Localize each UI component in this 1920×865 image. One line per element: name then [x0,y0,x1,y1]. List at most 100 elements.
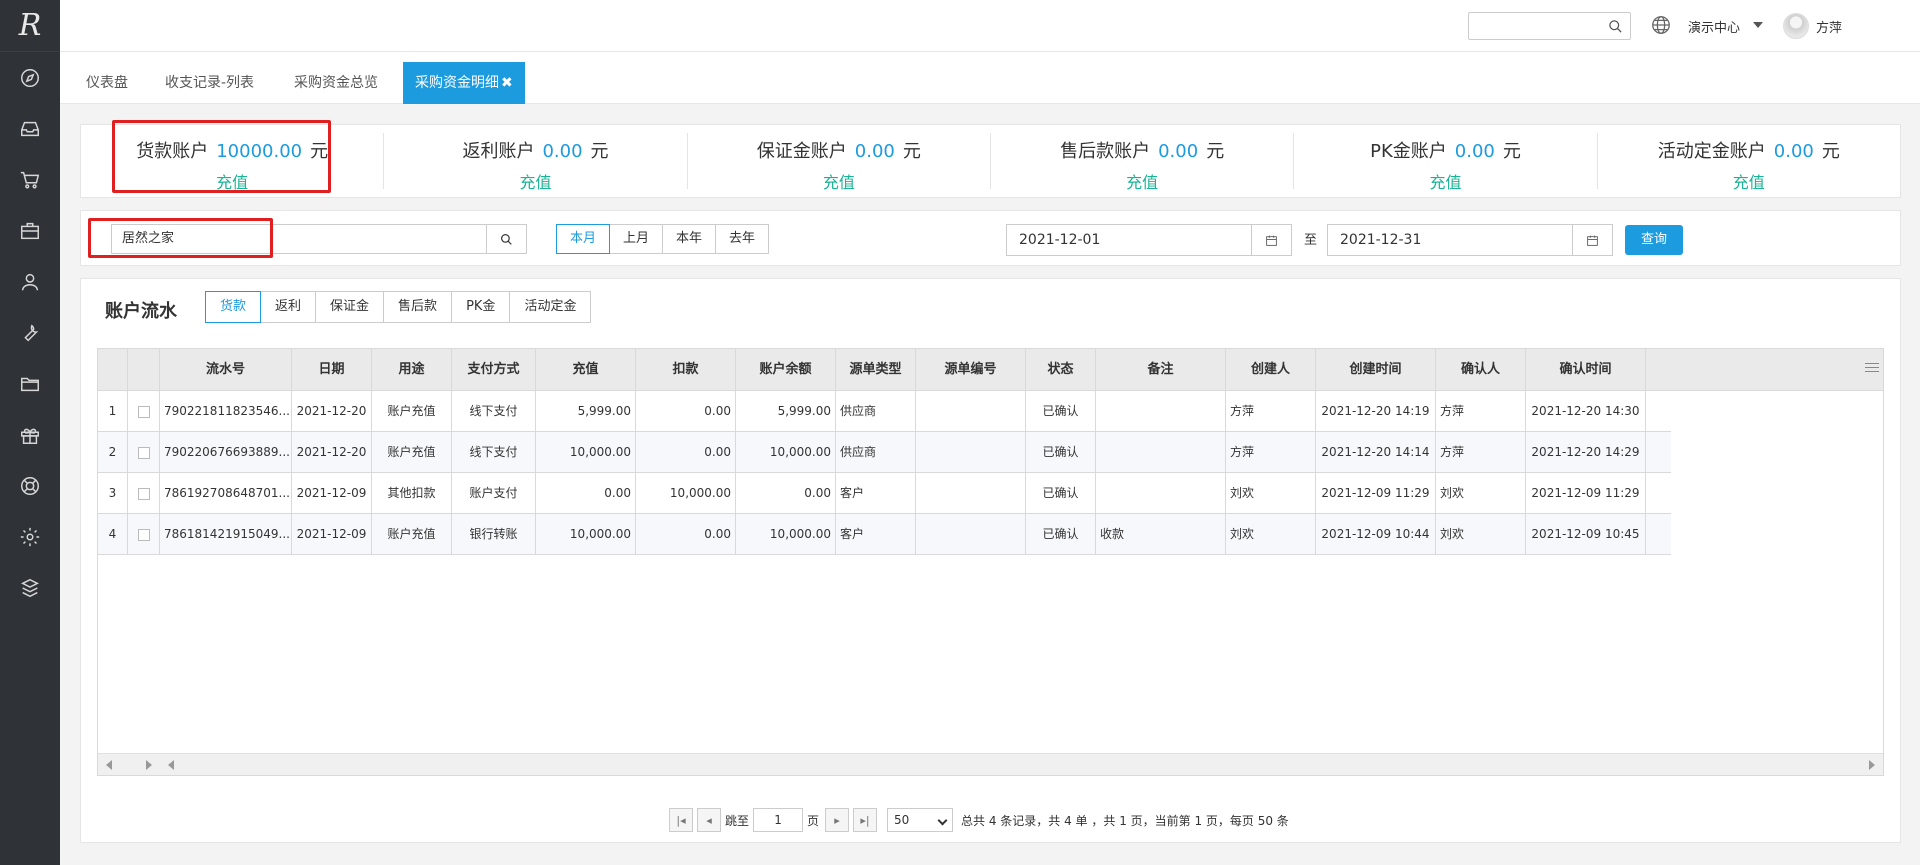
ledger-tab-goods[interactable]: 货款 [205,291,262,323]
folder-icon[interactable] [0,358,60,409]
table-row[interactable]: 4 786181421915049... 2021-12-09 账户充值 银行转账 10,… [98,514,1671,555]
cell-creator: 刘欢 [1226,514,1316,554]
col-confirmed-at[interactable]: 确认时间 [1526,349,1646,390]
row-select-checkbox[interactable] [137,528,150,541]
table-row[interactable]: 3 786192708648701... 2021-12-09 其他扣款 账户支付 0.0… [98,473,1671,514]
demo-center-menu[interactable]: 演示中心 [1688,17,1740,36]
cell-recharge: 0.00 [536,473,636,513]
period-last-month[interactable]: 上月 [609,224,664,254]
period-last-year[interactable]: 去年 [715,224,770,254]
scroll-right-icon[interactable] [1869,760,1875,770]
period-this-month[interactable]: 本月 [556,224,611,254]
ledger-tab-rebate[interactable]: 返利 [260,291,317,323]
query-button[interactable]: 查询 [1625,225,1683,255]
cell-created-at: 2021-12-20 14:14 [1316,432,1436,472]
start-date-field[interactable]: 2021-12-01 [1006,224,1292,256]
col-confirmer[interactable]: 确认人 [1436,349,1526,390]
tab-fund-overview[interactable]: 采购资金总览 [282,62,390,104]
tab-dashboard[interactable]: 仪表盘 [74,62,140,104]
col-source-type[interactable]: 源单类型 [836,349,916,390]
avatar[interactable] [1783,13,1809,39]
ledger-tab-activity-deposit[interactable]: 活动定金 [509,291,592,323]
cubes-icon[interactable] [0,562,60,613]
end-date-field[interactable]: 2021-12-31 [1327,224,1613,256]
cell-status: 已确认 [1026,391,1096,431]
next-page-button[interactable]: ▸ [825,808,850,832]
search-icon[interactable] [1608,19,1623,34]
briefcase-icon[interactable] [0,205,60,256]
page-number-input[interactable]: 1 [753,808,804,832]
col-index [98,349,128,390]
first-page-button[interactable]: |◂ [669,808,693,832]
account-deposit: 保证金账户 0.00 元 充值 [688,133,991,192]
scroll-left-icon[interactable] [106,760,112,770]
col-created-at[interactable]: 创建时间 [1316,349,1436,390]
row-select-checkbox[interactable] [137,446,150,459]
prev-page-button[interactable]: ◂ [697,808,721,832]
page-size-select[interactable]: 50 [887,808,954,832]
ledger-tab-pk[interactable]: PK金 [451,291,511,323]
row-select-checkbox[interactable] [137,487,150,500]
row-select-checkbox[interactable] [137,405,150,418]
column-menu-icon[interactable] [1865,363,1879,375]
inbox-icon[interactable] [0,103,60,154]
app-logo[interactable]: R [0,0,60,52]
row-index: 4 [98,514,128,554]
table-row[interactable]: 2 790220676693889... 2021-12-20 账户充值 线下支付 10,… [98,432,1671,473]
table-row[interactable]: 1 790221811823546... 2021-12-20 账户充值 线下支付 5,9… [98,391,1671,432]
row-checkbox[interactable] [128,514,160,554]
recharge-link[interactable]: 充值 [991,169,1293,193]
col-balance[interactable]: 账户余额 [736,349,836,390]
col-remark[interactable]: 备注 [1096,349,1226,390]
close-icon[interactable]: ✖ [501,75,513,91]
col-source-no[interactable]: 源单编号 [916,349,1026,390]
cell-created-at: 2021-12-09 11:29 [1316,473,1436,513]
support-icon[interactable] [0,460,60,511]
row-checkbox[interactable] [128,432,160,472]
row-checkbox[interactable] [128,473,160,513]
cell-remark: 收款 [1096,514,1226,554]
col-payment[interactable]: 支付方式 [452,349,536,390]
period-this-year[interactable]: 本年 [662,224,717,254]
compass-icon[interactable] [0,52,60,103]
scroll-left-icon[interactable] [168,760,174,770]
ledger-panel: 账户流水 货款 返利 保证金 售后款 PK金 活动定金 流水号 日期 用途 支付… [80,278,1901,843]
scroll-right-icon[interactable] [146,760,152,770]
col-creator[interactable]: 创建人 [1226,349,1316,390]
ledger-tab-deposit[interactable]: 保证金 [315,291,385,323]
ledger-tab-aftersale[interactable]: 售后款 [383,291,453,323]
cart-icon[interactable] [0,154,60,205]
tab-fund-detail[interactable]: 采购资金明细 ✖ [403,62,525,104]
calendar-icon[interactable] [1572,225,1612,255]
recharge-link[interactable]: 充值 [384,169,686,193]
col-status[interactable]: 状态 [1026,349,1096,390]
col-serial[interactable]: 流水号 [160,349,292,390]
recharge-link[interactable]: 充值 [1294,169,1596,193]
recharge-link[interactable]: 充值 [1598,169,1900,193]
cell-source-type: 客户 [836,514,916,554]
wrench-icon[interactable] [0,307,60,358]
col-purpose[interactable]: 用途 [372,349,452,390]
account-amount: 0.00 [1158,141,1199,162]
search-button[interactable] [487,224,527,254]
horizontal-scrollbar[interactable] [98,753,1883,775]
pagination: |◂ ◂ 跳至 1 页 ▸ ▸| 50 总共 4 条记录，共 4 单 ，共 1 … [669,808,1289,832]
tab-income-records[interactable]: 收支记录-列表 [153,62,266,104]
calendar-icon[interactable] [1251,225,1291,255]
recharge-link[interactable]: 充值 [688,169,990,193]
row-checkbox[interactable] [128,391,160,431]
user-icon[interactable] [0,256,60,307]
gear-icon[interactable] [0,511,60,562]
globe-icon[interactable] [1650,14,1672,36]
cell-payment: 线下支付 [452,391,536,431]
gift-icon[interactable] [0,409,60,460]
last-page-button[interactable]: ▸| [853,808,878,832]
col-date[interactable]: 日期 [292,349,372,390]
col-checkbox[interactable] [128,349,160,390]
cell-recharge: 10,000.00 [536,514,636,554]
chevron-down-icon[interactable] [1753,22,1763,28]
global-search-input[interactable] [1468,12,1631,40]
col-recharge[interactable]: 充值 [536,349,636,390]
username[interactable]: 方萍 [1816,17,1842,36]
col-deduct[interactable]: 扣款 [636,349,736,390]
